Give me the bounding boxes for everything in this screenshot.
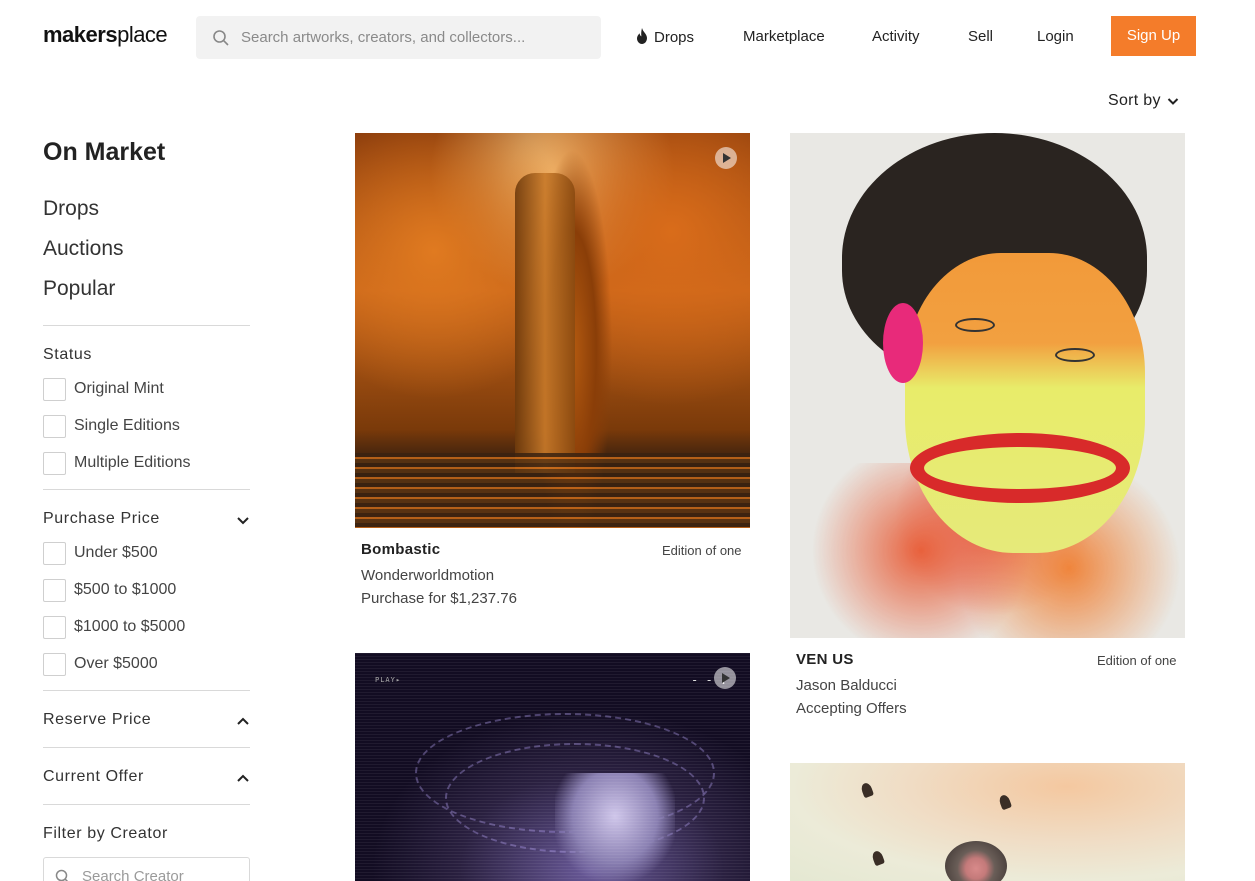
nav-drops-label: Drops [654,29,695,46]
play-icon[interactable] [714,667,736,689]
search-icon [55,869,69,881]
checkbox[interactable] [43,542,66,565]
artwork-detail [1055,348,1095,362]
divider [43,747,250,748]
flame-icon [637,28,647,44]
sidebar-link-auctions[interactable]: Auctions [43,237,124,261]
checkbox-label: $500 to $1000 [74,581,177,598]
purchase-price-title: Purchase Price [43,510,160,527]
makersplace-logo[interactable]: makersplace [43,22,168,48]
card-edition: Edition of one [662,543,742,558]
checkbox-label: Single Editions [74,417,180,434]
filter-by-creator-title: Filter by Creator [43,825,168,842]
divider [43,489,250,490]
play-icon[interactable] [715,147,737,169]
sort-by-dropdown[interactable]: Sort by [1108,92,1179,110]
global-search-input[interactable]: Search artworks, creators, and collector… [196,16,601,59]
card-creator[interactable]: Jason Balducci [796,677,897,694]
artwork-detail [870,849,886,867]
sidebar-title: On Market [43,138,166,166]
artwork-detail [355,453,750,528]
status-section-title: Status [43,346,92,363]
checkbox[interactable] [43,415,66,438]
card-edition: Edition of one [1097,653,1177,668]
checkbox[interactable] [43,579,66,602]
search-icon [213,30,229,46]
checkbox[interactable] [43,452,66,475]
artwork-image-4[interactable] [790,763,1185,881]
card-creator[interactable]: Wonderworldmotion [361,567,494,584]
divider [43,690,250,691]
artwork-detail [945,841,1007,881]
nav-sell[interactable]: Sell [968,28,993,45]
creator-search-input[interactable]: Search Creator [43,857,250,881]
sort-by-label: Sort by [1108,92,1161,109]
artwork-detail [883,303,923,383]
chevron-up-icon [237,774,249,782]
card-title[interactable]: VEN US [796,651,854,668]
nav-activity[interactable]: Activity [872,28,920,45]
divider [43,804,250,805]
purchase-price-toggle[interactable]: Purchase Price [43,510,250,528]
artwork-detail [910,433,1130,503]
artwork-detail [859,781,875,799]
reserve-price-toggle[interactable]: Reserve Price [43,711,250,729]
divider [43,325,250,326]
checkbox-label: Multiple Editions [74,454,191,471]
artwork-detail [515,173,575,473]
chevron-down-icon [1167,98,1179,105]
checkbox-label: Over $5000 [74,655,158,672]
signup-button[interactable]: Sign Up [1111,16,1196,56]
artwork-image-ven-us[interactable] [790,133,1185,638]
artwork-detail [355,653,750,881]
search-placeholder: Search artworks, creators, and collector… [241,29,526,46]
current-offer-toggle[interactable]: Current Offer [43,768,250,786]
reserve-price-title: Reserve Price [43,711,152,728]
nav-marketplace[interactable]: Marketplace [743,28,825,45]
video-overlay-text: PLAY▸ [375,676,402,684]
checkbox-label: Under $500 [74,544,158,561]
chevron-down-icon [237,517,249,525]
artwork-detail [905,253,1145,553]
chevron-up-icon [237,717,249,725]
nav-drops[interactable]: Drops [636,28,694,46]
checkbox[interactable] [43,378,66,401]
artwork-detail [955,318,995,332]
sidebar-link-popular[interactable]: Popular [43,277,115,301]
top-header: makersplace Search artworks, creators, a… [0,0,1255,75]
artwork-detail [997,793,1013,811]
checkbox-label: Original Mint [74,380,164,397]
artwork-image-3[interactable]: PLAY▸ - - : [355,653,750,881]
creator-search-placeholder: Search Creator [82,868,184,881]
checkbox[interactable] [43,653,66,676]
checkbox[interactable] [43,616,66,639]
sidebar-link-drops[interactable]: Drops [43,197,99,221]
card-price: Accepting Offers [796,700,907,717]
card-price: Purchase for $1,237.76 [361,590,517,607]
artwork-image-bombastic[interactable] [355,133,750,528]
card-title[interactable]: Bombastic [361,541,440,558]
checkbox-label: $1000 to $5000 [74,618,186,635]
current-offer-title: Current Offer [43,768,144,785]
nav-login[interactable]: Login [1037,28,1074,45]
